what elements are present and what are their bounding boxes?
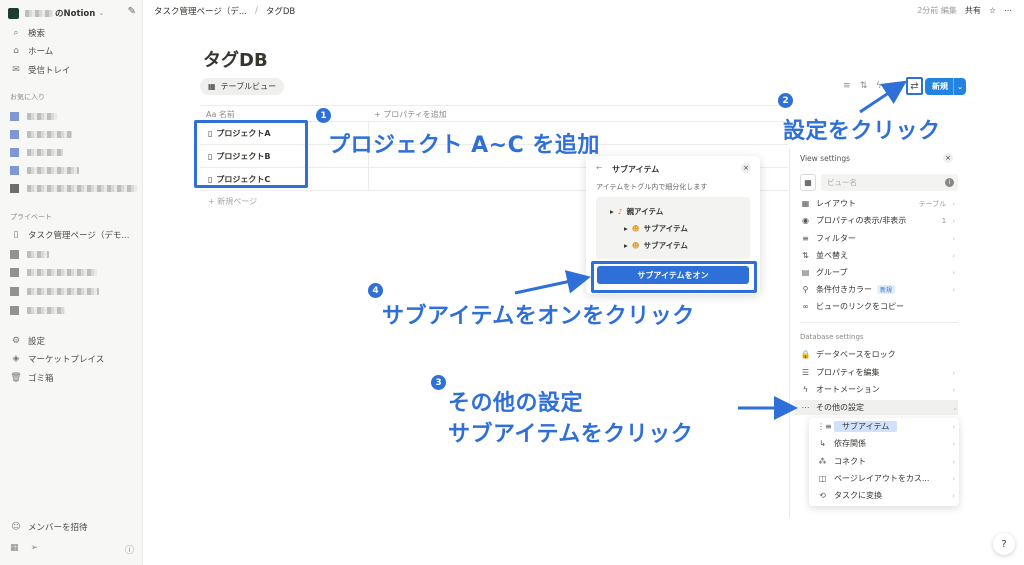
- arrow-step4: [514, 270, 591, 295]
- step-badge-4: 4: [368, 283, 383, 298]
- step-badge-1: 1: [316, 108, 331, 123]
- annotation-step3-line2: サブアイテムをクリック: [448, 422, 694, 447]
- step-badge-2: 2: [778, 93, 793, 108]
- annotation-step3-line1: その他の設定: [448, 391, 584, 416]
- step-badge-3: 3: [431, 375, 446, 390]
- annotation-arrows: [514, 80, 907, 420]
- annotation-step4: サブアイテムをオンをクリック: [382, 304, 695, 329]
- arrow-step2: [859, 80, 907, 114]
- annotation-step1: プロジェクト A~C を追加: [328, 133, 600, 158]
- annotation-step2: 設定をクリック: [783, 119, 941, 144]
